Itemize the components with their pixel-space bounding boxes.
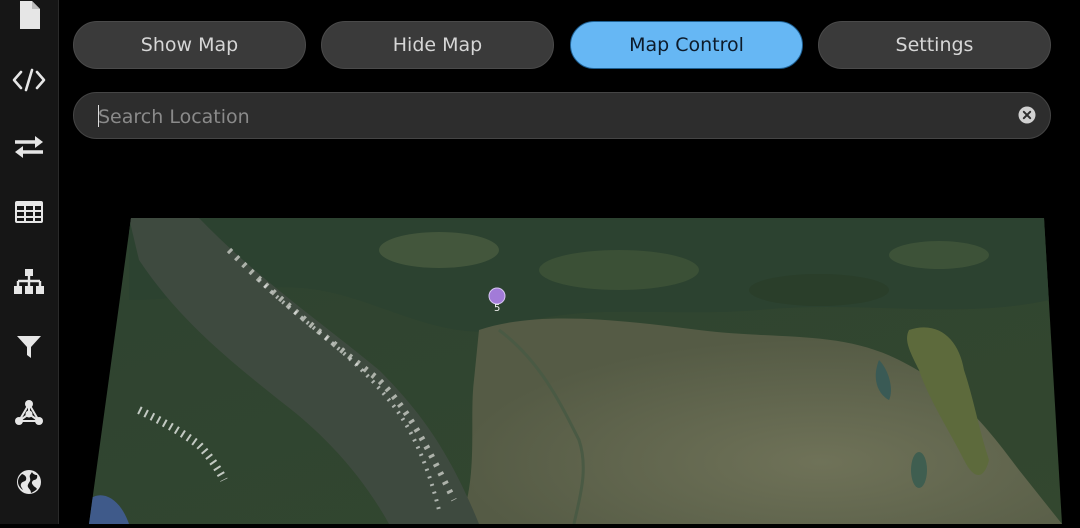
- transfer-icon[interactable]: [0, 127, 58, 167]
- map-view[interactable]: 5: [59, 0, 1080, 524]
- map-control-button[interactable]: Map Control: [570, 21, 803, 69]
- table-icon[interactable]: [0, 192, 58, 232]
- main-panel: 5 Show Map Hide Map Map Control Settings: [59, 0, 1080, 524]
- document-icon[interactable]: [0, 0, 58, 36]
- map-marker-label: 5: [494, 303, 500, 314]
- settings-button[interactable]: Settings: [818, 21, 1051, 69]
- map-marker[interactable]: [489, 288, 505, 304]
- search-location-input[interactable]: [96, 93, 1000, 140]
- map-tab-bar: Show Map Hide Map Map Control Settings: [73, 21, 1051, 71]
- hide-map-button[interactable]: Hide Map: [321, 21, 554, 69]
- globe-icon[interactable]: [0, 462, 58, 502]
- satellite-map[interactable]: 5: [59, 0, 1080, 524]
- show-map-button[interactable]: Show Map: [73, 21, 306, 69]
- text-caret: [98, 105, 99, 127]
- network-icon[interactable]: [0, 393, 58, 433]
- filter-icon[interactable]: [0, 327, 58, 367]
- search-bar: [73, 92, 1051, 139]
- code-icon[interactable]: [0, 60, 58, 100]
- hierarchy-icon[interactable]: [0, 262, 58, 302]
- sidebar: [0, 0, 59, 524]
- clear-search-icon[interactable]: [1018, 106, 1036, 124]
